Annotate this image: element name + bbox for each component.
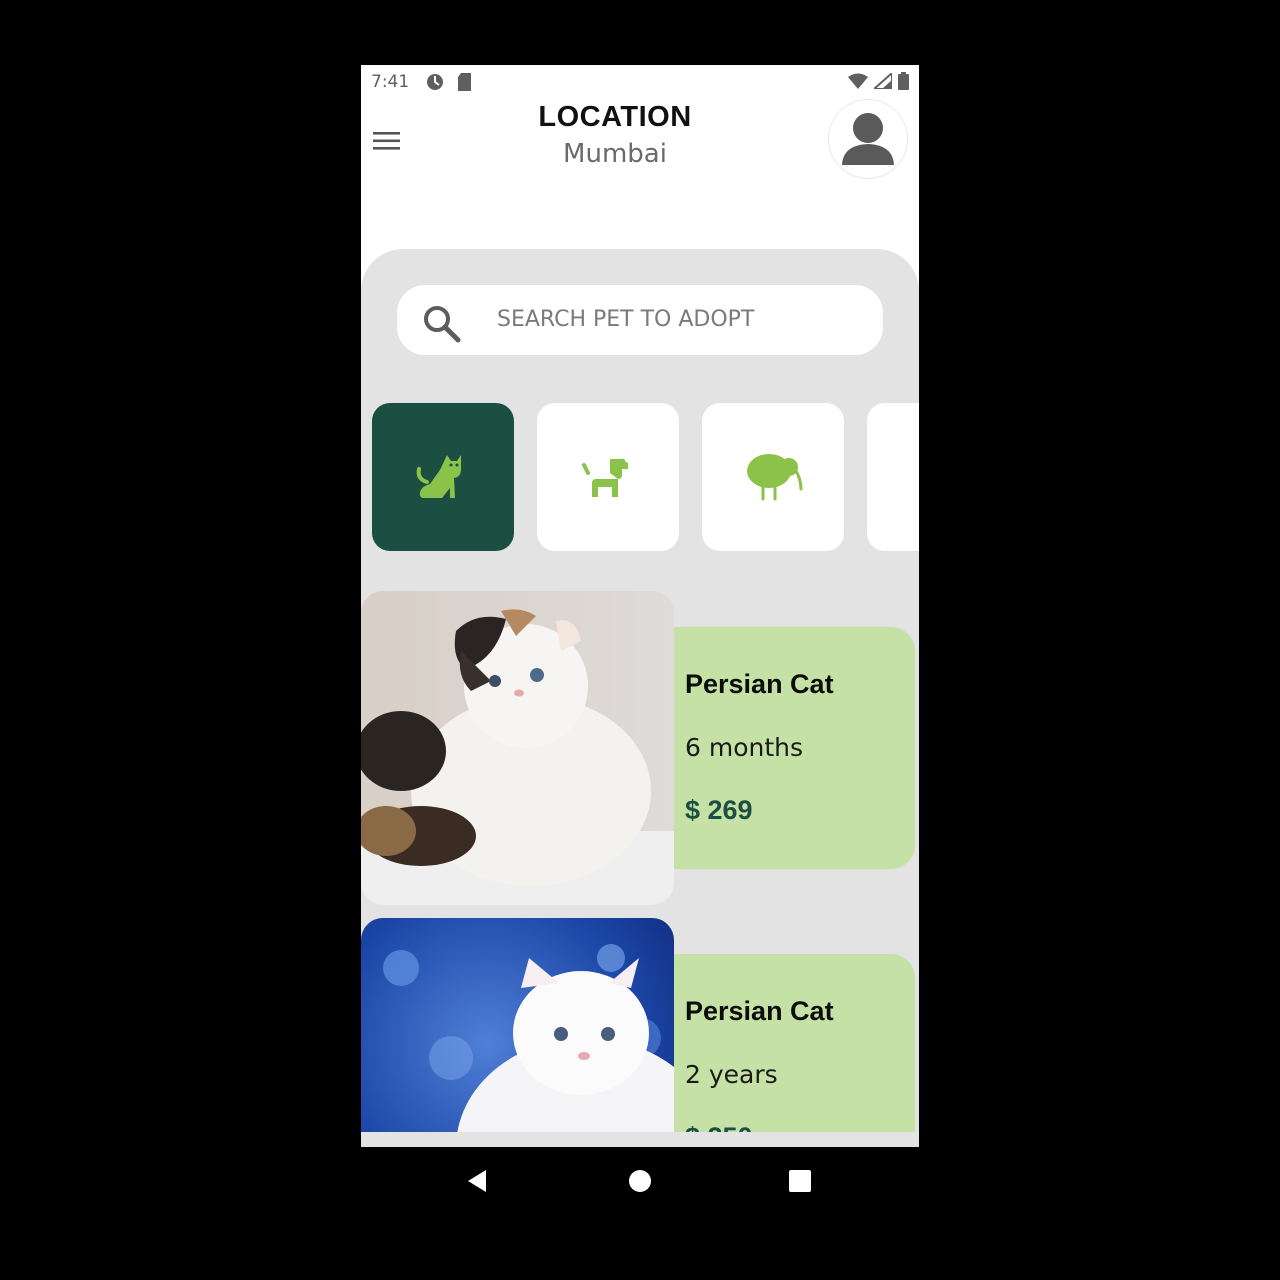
wifi-icon — [848, 73, 868, 94]
pet-photo[interactable] — [361, 591, 674, 905]
pet-price: $ 269 — [685, 795, 753, 825]
app-screen: 7:41 LOCATION Mumbai SEARCH PET TO ADOPT… — [361, 65, 919, 1147]
status-time: 7:41 — [371, 72, 410, 92]
system-nav-bar — [361, 1147, 919, 1217]
pet-name: Persian Cat — [685, 669, 834, 699]
signal-icon — [871, 70, 893, 94]
category-bird[interactable] — [702, 403, 844, 551]
pet-photo[interactable] — [361, 918, 674, 1132]
pet-card[interactable]: Persian Cat 6 months $ 269 — [361, 591, 919, 905]
home-icon[interactable] — [628, 1169, 652, 1197]
location-city[interactable]: Mumbai — [361, 139, 869, 169]
pet-age: 6 months — [685, 733, 804, 762]
pet-info-panel: Persian Cat 6 months $ 269 — [674, 627, 915, 869]
user-avatar-icon[interactable] — [828, 99, 908, 179]
pet-price: $ 250 — [685, 1122, 753, 1132]
pet-name: Persian Cat — [685, 996, 834, 1026]
pet-info-panel: Persian Cat 2 years $ 250 — [674, 954, 915, 1132]
location-title: LOCATION — [538, 101, 692, 133]
pet-age: 2 years — [685, 1060, 778, 1089]
sd-card-icon — [457, 72, 473, 97]
search-bar[interactable] — [397, 285, 883, 355]
category-cat[interactable] — [372, 403, 514, 551]
search-icon[interactable] — [421, 303, 463, 345]
category-fish[interactable] — [867, 403, 919, 551]
dog-icon — [580, 447, 636, 507]
kiwi-bird-icon — [743, 447, 803, 507]
content-panel: Persian Cat 6 months $ 269 — [361, 249, 919, 1147]
battery-icon — [898, 72, 909, 95]
back-icon[interactable] — [465, 1169, 489, 1197]
app-header: LOCATION Mumbai — [361, 99, 919, 209]
pet-card[interactable]: Persian Cat 2 years $ 250 — [361, 918, 919, 1132]
cat-icon — [415, 447, 471, 507]
category-list — [361, 403, 919, 551]
sync-icon — [425, 72, 445, 97]
search-input[interactable] — [497, 285, 867, 355]
category-dog[interactable] — [537, 403, 679, 551]
recents-icon[interactable] — [789, 1170, 811, 1196]
status-bar: 7:41 — [361, 65, 919, 99]
